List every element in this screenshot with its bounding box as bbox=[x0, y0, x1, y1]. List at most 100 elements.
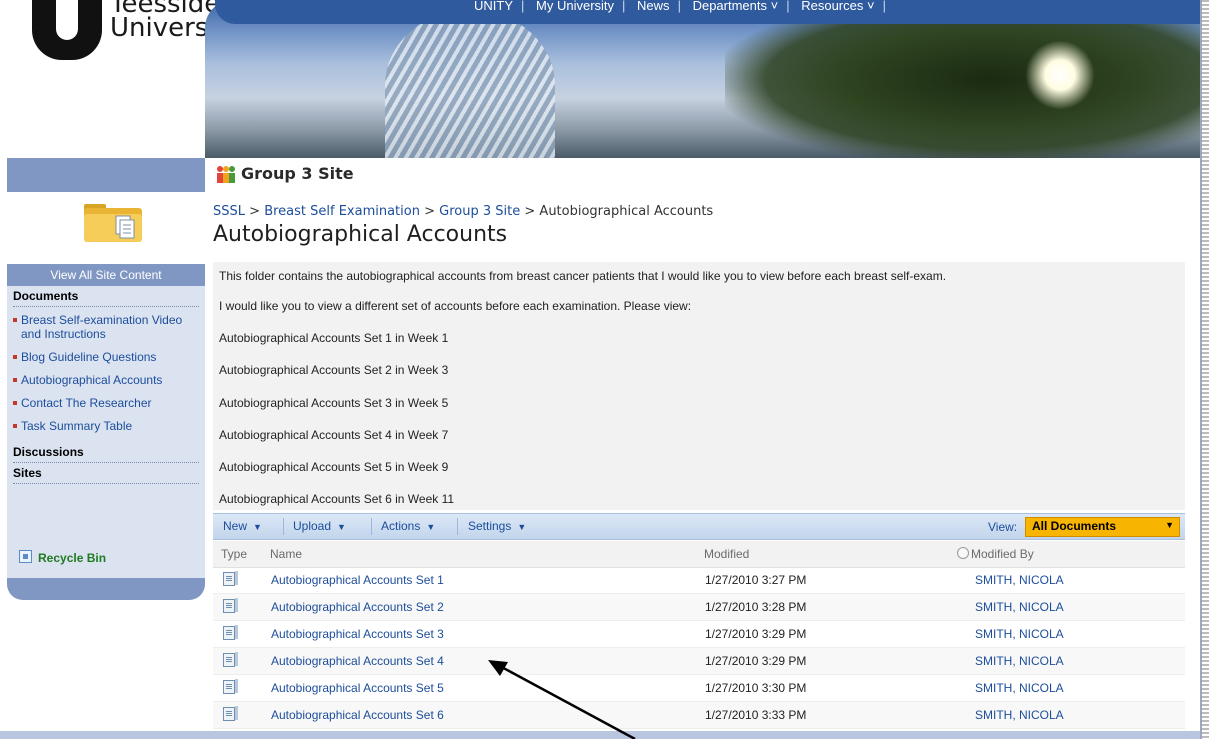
breadcrumb-separator: > bbox=[249, 204, 261, 219]
modified-by-link[interactable]: SMITH, NICOLA bbox=[975, 708, 1064, 722]
modified-by-link[interactable]: SMITH, NICOLA bbox=[975, 627, 1064, 641]
top-nav-unity[interactable]: UNITY bbox=[474, 0, 513, 13]
nav-link-task-summary-table[interactable]: Task Summary Table bbox=[21, 419, 132, 433]
modified-date: 1/27/2010 3:30 PM bbox=[705, 681, 807, 695]
nav-link-autobiographical-accounts[interactable]: Autobiographical Accounts bbox=[21, 373, 162, 387]
breadcrumb-current: Autobiographical Accounts bbox=[539, 204, 714, 219]
chevron-down-icon: ▼ bbox=[1165, 520, 1174, 530]
actions-menu-button[interactable]: Actions ▼ bbox=[381, 519, 435, 533]
modified-by-link[interactable]: SMITH, NICOLA bbox=[975, 600, 1064, 614]
list-item: Contact The Researcher bbox=[13, 396, 205, 410]
nav-heading-discussions[interactable]: Discussions bbox=[13, 442, 199, 463]
description-line: Autobiographical Accounts Set 4 in Week … bbox=[219, 428, 449, 442]
column-header-name[interactable]: Name bbox=[270, 547, 302, 561]
column-header-modified[interactable]: Modified bbox=[704, 547, 749, 561]
list-item: Task Summary Table bbox=[13, 419, 205, 433]
left-header-band bbox=[7, 158, 205, 192]
window-edge bbox=[1200, 0, 1209, 739]
toolbar-divider bbox=[371, 518, 372, 535]
top-nav-my-university[interactable]: My University bbox=[536, 0, 614, 13]
dropdown-caret-icon: ▼ bbox=[337, 522, 346, 532]
university-logo-icon[interactable] bbox=[32, 0, 102, 60]
document-name-link[interactable]: Autobiographical Accounts Set 6 bbox=[271, 708, 444, 722]
upload-label: Upload bbox=[293, 519, 332, 533]
building-tower-graphic bbox=[385, 10, 555, 158]
top-nav-news[interactable]: News bbox=[637, 0, 670, 13]
view-selected-value: All Documents bbox=[1032, 519, 1117, 533]
nav-link-blog-guideline-questions[interactable]: Blog Guideline Questions bbox=[21, 350, 156, 364]
sun-graphic bbox=[1025, 40, 1095, 110]
dropdown-caret-icon: ▼ bbox=[517, 522, 527, 532]
quick-launch: View All Site Content Documents Breast S… bbox=[7, 264, 205, 600]
settings-label: Settings bbox=[468, 519, 512, 533]
description-line: Autobiographical Accounts Set 6 in Week … bbox=[219, 492, 455, 506]
column-header-type[interactable]: Type bbox=[221, 547, 247, 561]
document-icon[interactable] bbox=[223, 571, 238, 586]
document-name-link[interactable]: Autobiographical Accounts Set 2 bbox=[271, 600, 444, 614]
document-icon[interactable] bbox=[223, 652, 238, 667]
list-toolbar: New ▼ Upload ▼ Actions ▼ Settings ▼ View: Al… bbox=[213, 513, 1185, 540]
modified-date: 1/27/2010 3:29 PM bbox=[705, 654, 807, 668]
list-header-row: Type Name Modified Modified By bbox=[213, 541, 1185, 568]
description-line: This folder contains the autobiographica… bbox=[219, 269, 947, 283]
settings-menu-button[interactable]: Settings ▼ bbox=[468, 519, 526, 533]
top-nav-items: UNITY | My University | News | Departments … bbox=[474, 0, 886, 13]
modified-date: 1/27/2010 3:28 PM bbox=[705, 600, 807, 614]
document-list: Autobiographical Accounts Set 1 1/27/201… bbox=[213, 567, 1185, 729]
document-name-link[interactable]: Autobiographical Accounts Set 5 bbox=[271, 681, 444, 695]
left-footer-band bbox=[7, 578, 205, 600]
top-nav-resources[interactable]: Resources ˅ bbox=[801, 0, 874, 13]
recycle-bin-link[interactable]: Recycle Bin bbox=[19, 550, 106, 565]
modified-by-link[interactable]: SMITH, NICOLA bbox=[975, 573, 1064, 587]
people-group-icon bbox=[217, 166, 235, 183]
nav-heading-documents[interactable]: Documents bbox=[13, 286, 199, 307]
breadcrumb-item[interactable]: Breast Self Examination bbox=[264, 204, 420, 219]
description-line: Autobiographical Accounts Set 5 in Week … bbox=[219, 460, 449, 474]
table-row: Autobiographical Accounts Set 6 1/27/201… bbox=[213, 702, 1185, 729]
view-selector-dropdown[interactable]: All Documents ▼ bbox=[1025, 517, 1180, 537]
breadcrumb-item[interactable]: Group 3 Site bbox=[439, 204, 520, 219]
table-row: Autobiographical Accounts Set 2 1/27/201… bbox=[213, 594, 1185, 621]
nav-link-breast-self-examination[interactable]: Breast Self-examination Video and Instru… bbox=[21, 313, 182, 341]
folder-description: This folder contains the autobiographica… bbox=[213, 262, 1185, 510]
toolbar-divider bbox=[457, 518, 458, 535]
site-title[interactable]: Group 3 Site bbox=[241, 164, 354, 183]
modified-by-link[interactable]: SMITH, NICOLA bbox=[975, 654, 1064, 668]
upload-menu-button[interactable]: Upload ▼ bbox=[293, 519, 346, 533]
document-icon[interactable] bbox=[223, 706, 238, 721]
actions-label: Actions bbox=[381, 519, 421, 533]
page-title: Autobiographical Accounts bbox=[213, 222, 508, 247]
footer-band bbox=[0, 731, 1200, 739]
document-name-link[interactable]: Autobiographical Accounts Set 1 bbox=[271, 573, 444, 587]
new-menu-button[interactable]: New ▼ bbox=[223, 519, 262, 533]
modified-date: 1/27/2010 3:29 PM bbox=[705, 627, 807, 641]
top-nav-departments[interactable]: Departments ˅ bbox=[693, 0, 779, 13]
new-label: New bbox=[223, 519, 248, 533]
modified-by-link[interactable]: SMITH, NICOLA bbox=[975, 681, 1064, 695]
modified-date: 1/27/2010 3:27 PM bbox=[705, 573, 807, 587]
breadcrumb: SSSL > Breast Self Examination > Group 3… bbox=[213, 204, 713, 219]
document-icon[interactable] bbox=[223, 679, 238, 694]
nav-link-contact-researcher[interactable]: Contact The Researcher bbox=[21, 396, 152, 410]
presence-icon bbox=[957, 547, 969, 559]
site-banner: Teesside University UNITY | My University… bbox=[0, 0, 1200, 158]
recycle-bin-label: Recycle Bin bbox=[38, 551, 107, 565]
description-line: Autobiographical Accounts Set 1 in Week … bbox=[219, 331, 449, 345]
breadcrumb-item[interactable]: SSSL bbox=[213, 204, 245, 219]
recycle-bin-icon bbox=[19, 550, 32, 563]
top-navigation: UNITY | My University | News | Departments … bbox=[215, 0, 1200, 24]
toolbar-divider bbox=[283, 518, 284, 535]
nav-heading-sites[interactable]: Sites bbox=[13, 463, 199, 484]
column-header-modified-by[interactable]: Modified By bbox=[957, 547, 1034, 561]
document-icon[interactable] bbox=[223, 625, 238, 640]
table-row: Autobiographical Accounts Set 5 1/27/201… bbox=[213, 675, 1185, 702]
document-icon[interactable] bbox=[223, 598, 238, 613]
description-line: Autobiographical Accounts Set 3 in Week … bbox=[219, 396, 449, 410]
view-label: View: bbox=[988, 520, 1018, 534]
table-row: Autobiographical Accounts Set 4 1/27/201… bbox=[213, 648, 1185, 675]
document-name-link[interactable]: Autobiographical Accounts Set 4 bbox=[271, 654, 444, 668]
view-all-site-content-link[interactable]: View All Site Content bbox=[7, 264, 205, 286]
dropdown-caret-icon: ▼ bbox=[426, 522, 436, 532]
document-name-link[interactable]: Autobiographical Accounts Set 3 bbox=[271, 627, 444, 641]
documents-list: Breast Self-examination Video and Instru… bbox=[7, 313, 205, 433]
